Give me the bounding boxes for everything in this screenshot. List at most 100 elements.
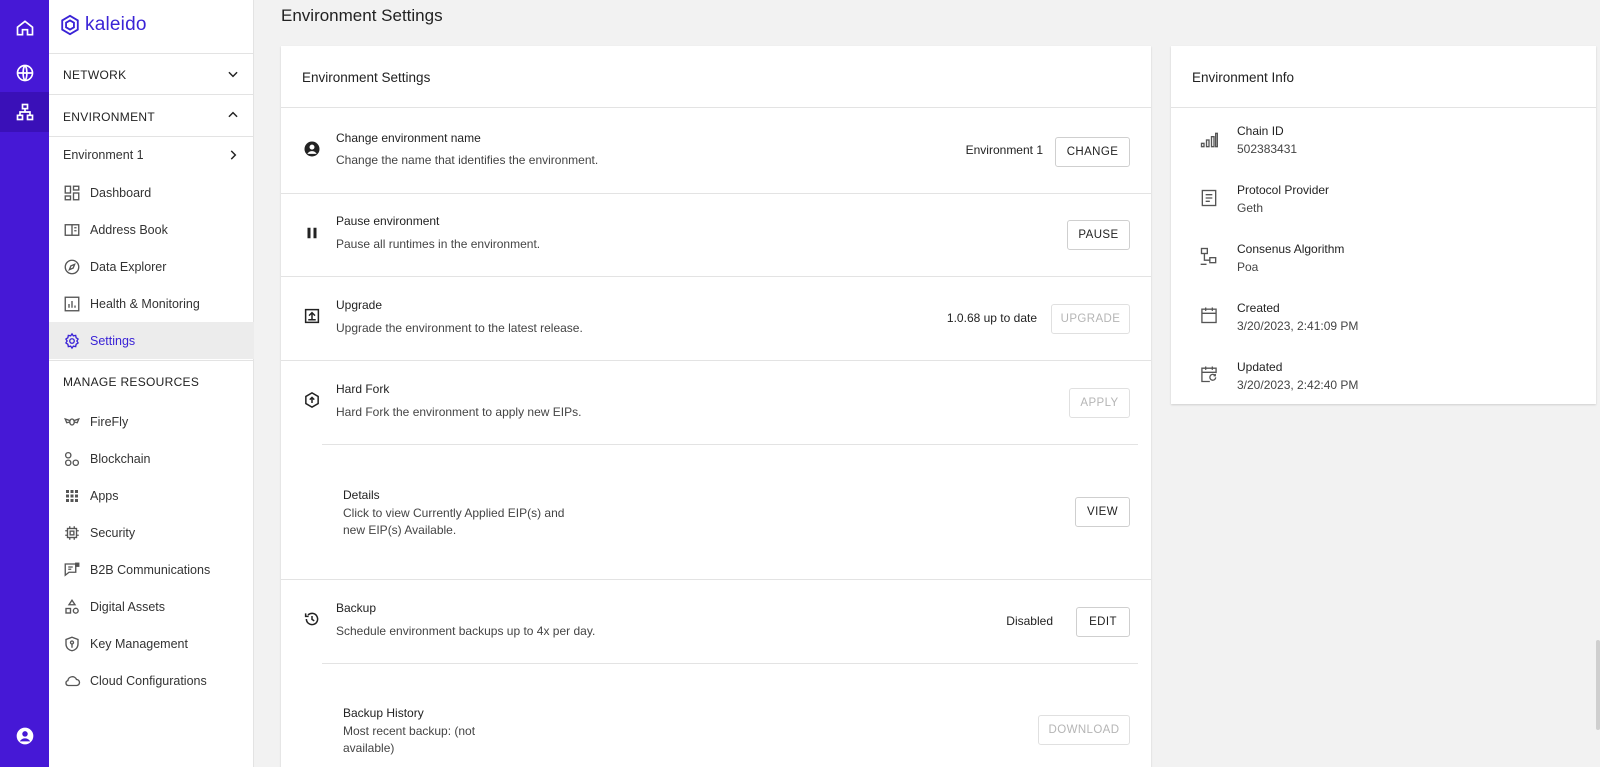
row-divider [281, 579, 1151, 580]
updated-value: 3/20/2023, 2:42:40 PM [1237, 378, 1359, 392]
backup-description: Schedule environment backups up to 4x pe… [336, 624, 596, 638]
firefly-icon [64, 417, 80, 426]
sidebar-item-digital-assets[interactable]: Digital Assets [49, 588, 254, 625]
protocol-provider-label: Protocol Provider [1237, 183, 1330, 197]
sidebar-item-address-book[interactable]: Address Book [49, 211, 254, 248]
environment-name-value: Environment 1 [965, 143, 1043, 157]
protocol-provider-value: Geth [1237, 201, 1264, 215]
backup-status-value: Disabled [1006, 614, 1053, 628]
compass-icon [64, 259, 80, 274]
chevron-up-icon [228, 111, 238, 118]
sidebar-item-dashboard[interactable]: Dashboard [49, 174, 254, 211]
sidebar-item-security[interactable]: Security [49, 514, 254, 551]
network-section-toggle[interactable]: NETWORK [49, 54, 254, 94]
download-button[interactable]: DOWNLOAD [1038, 715, 1130, 745]
pause-button[interactable]: PAUSE [1067, 220, 1130, 250]
divider [49, 94, 254, 95]
page-scrollbar[interactable] [1596, 640, 1600, 730]
home-rail-button[interactable] [0, 8, 49, 48]
sidebar-item-settings[interactable]: Settings [49, 322, 254, 359]
network-rail-button[interactable] [0, 92, 49, 132]
environment-settings-card: Environment Settings Change environment … [281, 46, 1151, 767]
shield-key-icon [65, 636, 79, 651]
upgrade-button[interactable]: UPGRADE [1051, 304, 1130, 334]
hard-fork-icon [305, 392, 319, 408]
sidebar-item-cloud-configurations[interactable]: Cloud Configurations [49, 662, 254, 699]
nodes-icon [1200, 247, 1217, 265]
consensus-algorithm-value: Poa [1237, 260, 1259, 274]
sidebar-item-firefly[interactable]: FireFly [49, 403, 254, 440]
change-name-title: Change environment name [336, 131, 481, 145]
row-divider [281, 360, 1151, 361]
sidebar-item-apps[interactable]: Apps [49, 477, 254, 514]
version-status-value: 1.0.68 up to date [946, 311, 1037, 325]
sidebar-item-label: Dashboard [90, 185, 152, 200]
sidebar-item-data-explorer[interactable]: Data Explorer [49, 248, 254, 285]
card-title: Environment Settings [302, 70, 431, 85]
environment-section-toggle[interactable]: ENVIRONMENT [49, 96, 254, 136]
sidebar-item-label: FireFly [90, 414, 129, 429]
sidebar-item-key-management[interactable]: Key Management [49, 625, 254, 662]
account-rail-button[interactable] [0, 716, 49, 756]
details-description-line1: Click to view Currently Applied EIP(s) a… [343, 506, 565, 520]
sidebar-item-label: B2B Communications [90, 562, 211, 577]
change-button[interactable]: CHANGE [1055, 137, 1130, 167]
sidebar-item-label: Cloud Configurations [90, 673, 207, 688]
restore-icon [304, 612, 319, 626]
environment-name: Environment 1 [63, 148, 144, 162]
pause-title: Pause environment [336, 214, 440, 228]
sidebar-item-b2b-communications[interactable]: B2B Communications [49, 551, 254, 588]
sidebar-item-label: Security [90, 525, 136, 540]
globe-rail-button[interactable] [0, 53, 49, 93]
shapes-icon [65, 598, 79, 614]
backup-title: Backup [336, 601, 377, 615]
consensus-algorithm-label: Consenus Algorithm [1237, 242, 1345, 256]
edit-button[interactable]: EDIT [1076, 607, 1130, 637]
created-label: Created [1237, 301, 1280, 315]
chain-id-label: Chain ID [1237, 124, 1284, 138]
kaleido-logo-icon [61, 14, 79, 36]
hard-fork-description: Hard Fork the environment to apply new E… [336, 405, 582, 419]
sidebar-item-health-monitoring[interactable]: Health & Monitoring [49, 285, 254, 322]
pause-description: Pause all runtimes in the environment. [336, 237, 541, 251]
row-divider [322, 444, 1138, 445]
apps-grid-icon [66, 489, 78, 502]
account-circle-icon [304, 141, 320, 157]
environment-selector[interactable]: Environment 1 [49, 137, 254, 173]
sidebar-item-label: Data Explorer [90, 259, 167, 274]
account-icon [16, 727, 33, 745]
brand-logo[interactable]: kaleido [59, 14, 147, 36]
row-divider [322, 663, 1138, 664]
sidebar: kaleido NETWORK ENVIRONMENT Environment … [49, 0, 254, 767]
card-title: Environment Info [1192, 70, 1295, 85]
environment-section-label: ENVIRONMENT [63, 110, 155, 124]
card-header: Environment Settings [281, 46, 1151, 108]
sidebar-item-blockchain[interactable]: Blockchain [49, 440, 254, 477]
sidebar-item-label: Apps [90, 488, 119, 503]
message-icon [64, 562, 80, 577]
document-icon [1201, 189, 1217, 207]
cloud-icon [65, 675, 81, 686]
network-section-label: NETWORK [63, 68, 127, 82]
updated-label: Updated [1237, 360, 1283, 374]
chain-id-value: 502383431 [1237, 142, 1298, 156]
brand-name: kaleido [85, 14, 147, 35]
sidebar-item-label: Blockchain [90, 451, 151, 466]
backup-history-description-line2: available) [343, 741, 395, 755]
card-header: Environment Info [1171, 46, 1596, 108]
divider [49, 360, 254, 361]
home-icon [16, 20, 33, 36]
details-title: Details [343, 488, 380, 502]
upgrade-title: Upgrade [336, 298, 383, 312]
apply-button[interactable]: APPLY [1069, 388, 1130, 418]
details-description-line2: new EIP(s) Available. [343, 523, 457, 537]
address-book-icon [64, 223, 80, 236]
chevron-down-icon [228, 71, 238, 78]
gear-icon [65, 332, 79, 349]
view-button[interactable]: VIEW [1075, 497, 1130, 527]
chart-icon [64, 296, 80, 311]
upgrade-description: Upgrade the environment to the latest re… [336, 321, 583, 335]
backup-history-description-line1: Most recent backup: (not [343, 724, 476, 738]
change-name-description: Change the name that identifies the envi… [336, 153, 599, 167]
app-rail [0, 0, 49, 767]
